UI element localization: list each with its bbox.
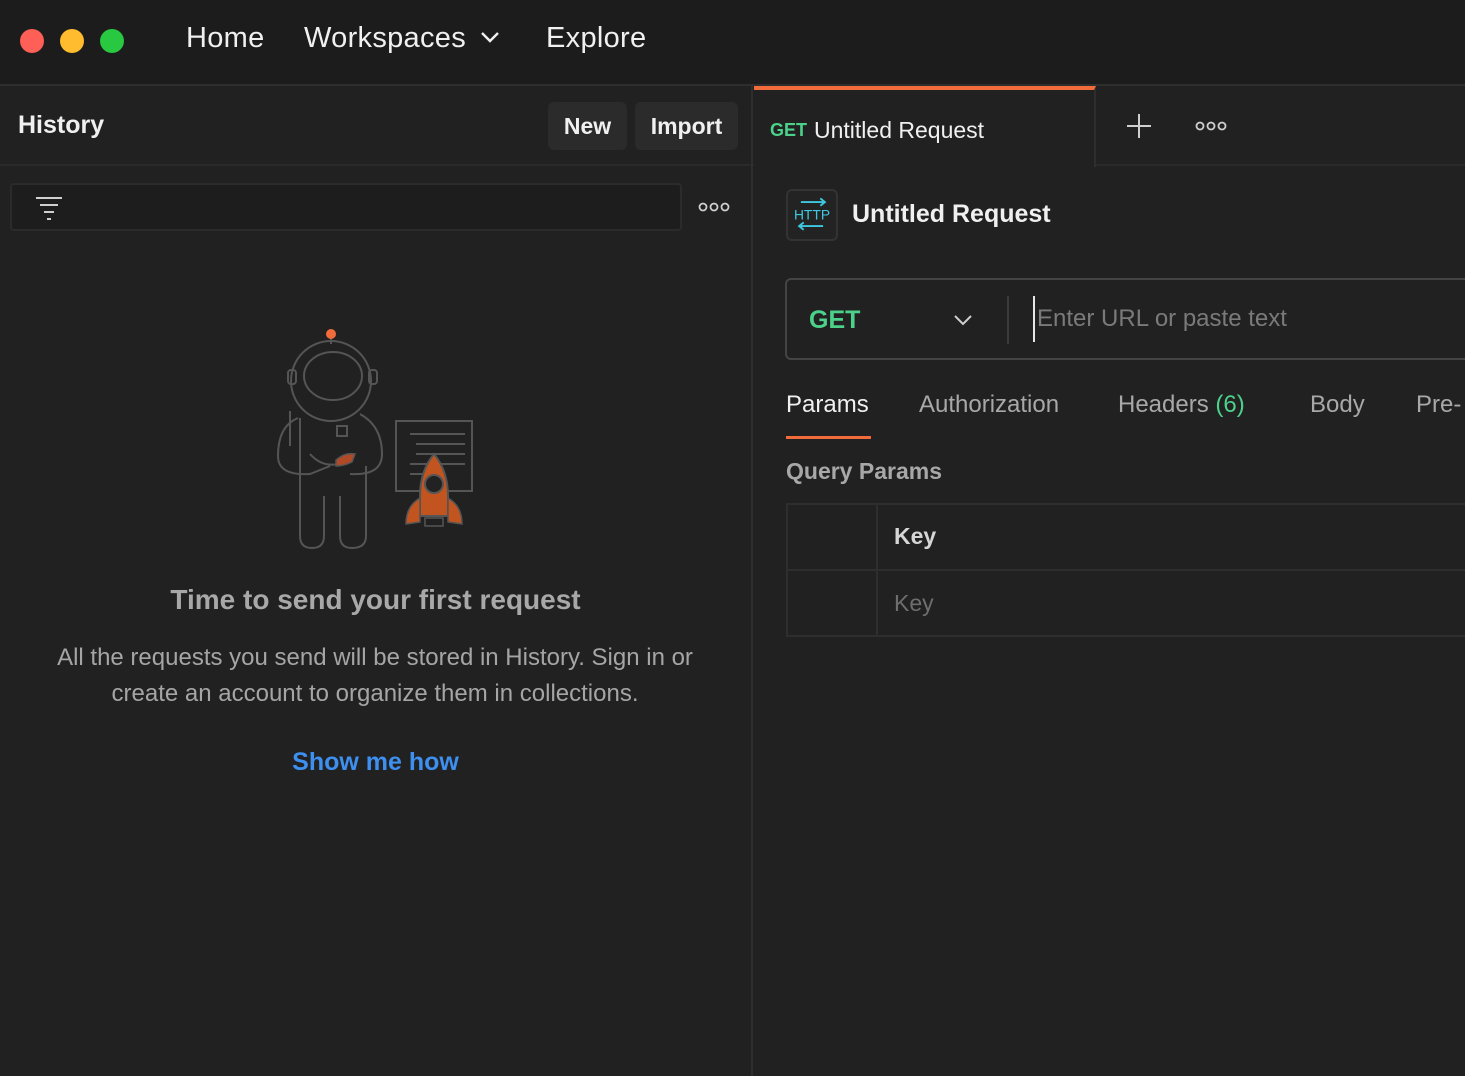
key-column-header: Key — [894, 523, 937, 549]
row-divider — [788, 569, 1465, 571]
tab-headers-label: Headers — [1118, 391, 1209, 418]
request-title[interactable]: Untitled Request — [852, 200, 1051, 229]
url-divider — [1007, 296, 1009, 344]
url-bar: GET — [785, 278, 1465, 360]
tab-method-badge: GET — [770, 120, 808, 140]
close-window-button[interactable] — [20, 29, 44, 53]
request-tab-bar: GET Untitled Request — [753, 86, 1465, 167]
active-tab-indicator — [786, 436, 871, 439]
nav-workspaces[interactable]: Workspaces — [304, 22, 466, 55]
tab-pre-request-script[interactable]: Pre- — [1416, 391, 1461, 419]
http-icon-label: HTTP — [794, 207, 830, 223]
minimize-window-button[interactable] — [60, 29, 84, 53]
method-select[interactable]: GET — [809, 306, 860, 335]
headers-count-badge: (6) — [1215, 391, 1245, 418]
nav-explore[interactable]: Explore — [546, 22, 646, 55]
filter-icon[interactable] — [34, 194, 64, 222]
new-button[interactable]: New — [548, 102, 627, 150]
sidebar-header: History New Import — [0, 86, 751, 166]
astronaut-rocket-illustration — [276, 329, 473, 550]
title-bar: Home Workspaces Explore — [0, 0, 1465, 86]
tab-headers[interactable]: Headers (6) — [1118, 391, 1245, 419]
nav-home[interactable]: Home — [186, 22, 265, 55]
tab-body[interactable]: Body — [1310, 391, 1365, 419]
query-param-key-input[interactable] — [894, 583, 1294, 623]
import-button[interactable]: Import — [635, 102, 738, 150]
query-params-label: Query Params — [786, 458, 942, 484]
history-sidebar: History New Import Time to send your fir… — [0, 86, 753, 1076]
empty-state-title: Time to send your first request — [170, 584, 581, 615]
chevron-down-icon[interactable] — [953, 313, 973, 327]
tab-label: Untitled Request — [814, 117, 985, 143]
more-options-icon[interactable] — [1195, 119, 1227, 133]
more-options-icon[interactable] — [698, 200, 730, 214]
maximize-window-button[interactable] — [100, 29, 124, 53]
tab-authorization[interactable]: Authorization — [919, 391, 1059, 419]
plus-icon[interactable] — [1125, 112, 1153, 140]
url-input[interactable] — [1033, 296, 1465, 342]
tab-params[interactable]: Params — [786, 391, 869, 419]
query-params-table: Key — [786, 503, 1465, 637]
tab-untitled-request[interactable]: GET Untitled Request — [754, 86, 1096, 167]
chevron-down-icon[interactable] — [480, 30, 500, 44]
request-workspace: GET Untitled Request HTTP Untitled Reque… — [753, 86, 1465, 1076]
empty-state-description: All the requests you send will be stored… — [57, 644, 693, 707]
http-icon: HTTP — [786, 189, 838, 241]
sidebar-title: History — [18, 111, 105, 139]
show-me-how-link[interactable]: Show me how — [0, 748, 751, 777]
history-filter-input[interactable] — [10, 183, 682, 231]
